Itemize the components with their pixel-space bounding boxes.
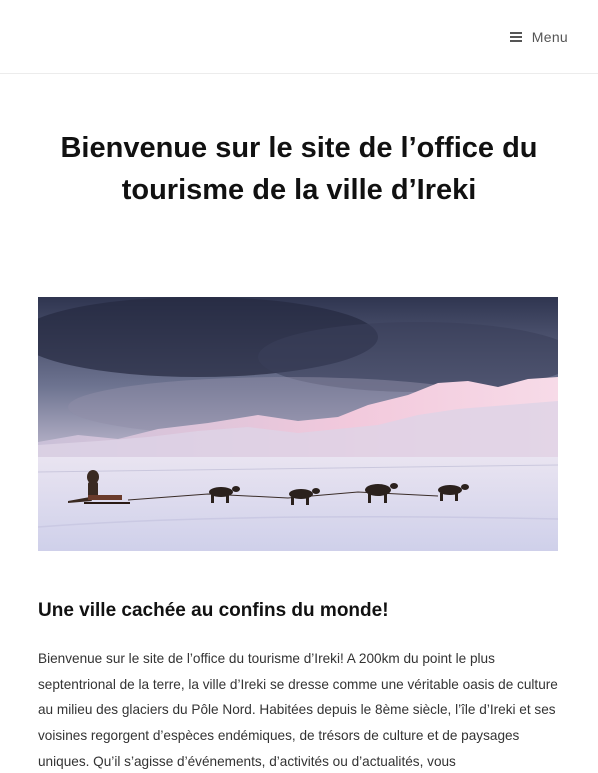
page-title: Bienvenue sur le site de l’office du tou… xyxy=(60,132,538,206)
intro-paragraph: Bienvenue sur le site de l’office du tou… xyxy=(38,651,558,769)
hero-image xyxy=(38,297,558,551)
section-heading: Une ville cachée au confins du monde! xyxy=(38,600,389,621)
hamburger-icon xyxy=(509,32,522,42)
menu-label: Menu xyxy=(531,29,568,45)
site-header: Menu xyxy=(0,0,598,74)
menu-toggle-button[interactable]: Menu xyxy=(509,27,568,47)
